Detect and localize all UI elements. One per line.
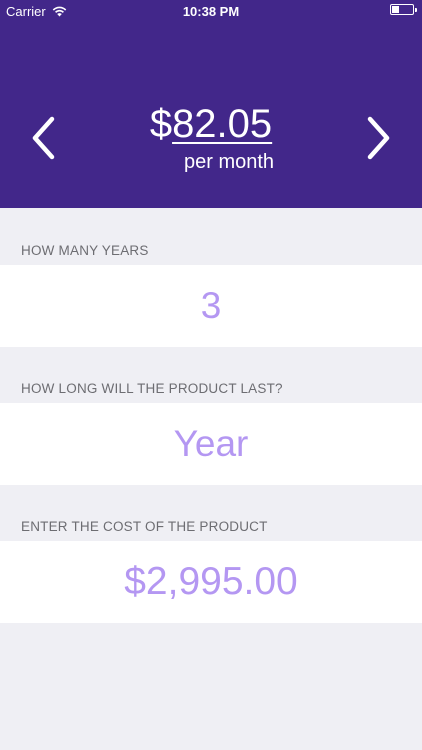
years-label: HOW MANY YEARS xyxy=(21,243,149,258)
battery-icon xyxy=(390,4,417,15)
duration-field[interactable]: Year xyxy=(0,403,422,485)
battery-level xyxy=(392,6,399,13)
period-label: per month xyxy=(184,151,275,173)
next-button[interactable] xyxy=(358,114,398,162)
status-time: 10:38 PM xyxy=(182,4,240,19)
cost-field[interactable]: $2,995.00 xyxy=(0,541,422,623)
status-bar: Carrier 10:38 PM xyxy=(0,0,422,22)
cost-label: ENTER THE COST OF THE PRODUCT xyxy=(21,519,268,534)
years-field[interactable]: 3 xyxy=(0,265,422,347)
chevron-right-icon xyxy=(367,116,390,160)
header: Carrier 10:38 PM $82.05 per month xyxy=(0,0,422,208)
amount-value: 82.05 xyxy=(172,102,273,146)
currency-symbol: $ xyxy=(149,102,173,146)
duration-label: HOW LONG WILL THE PRODUCT LAST? xyxy=(21,381,283,396)
